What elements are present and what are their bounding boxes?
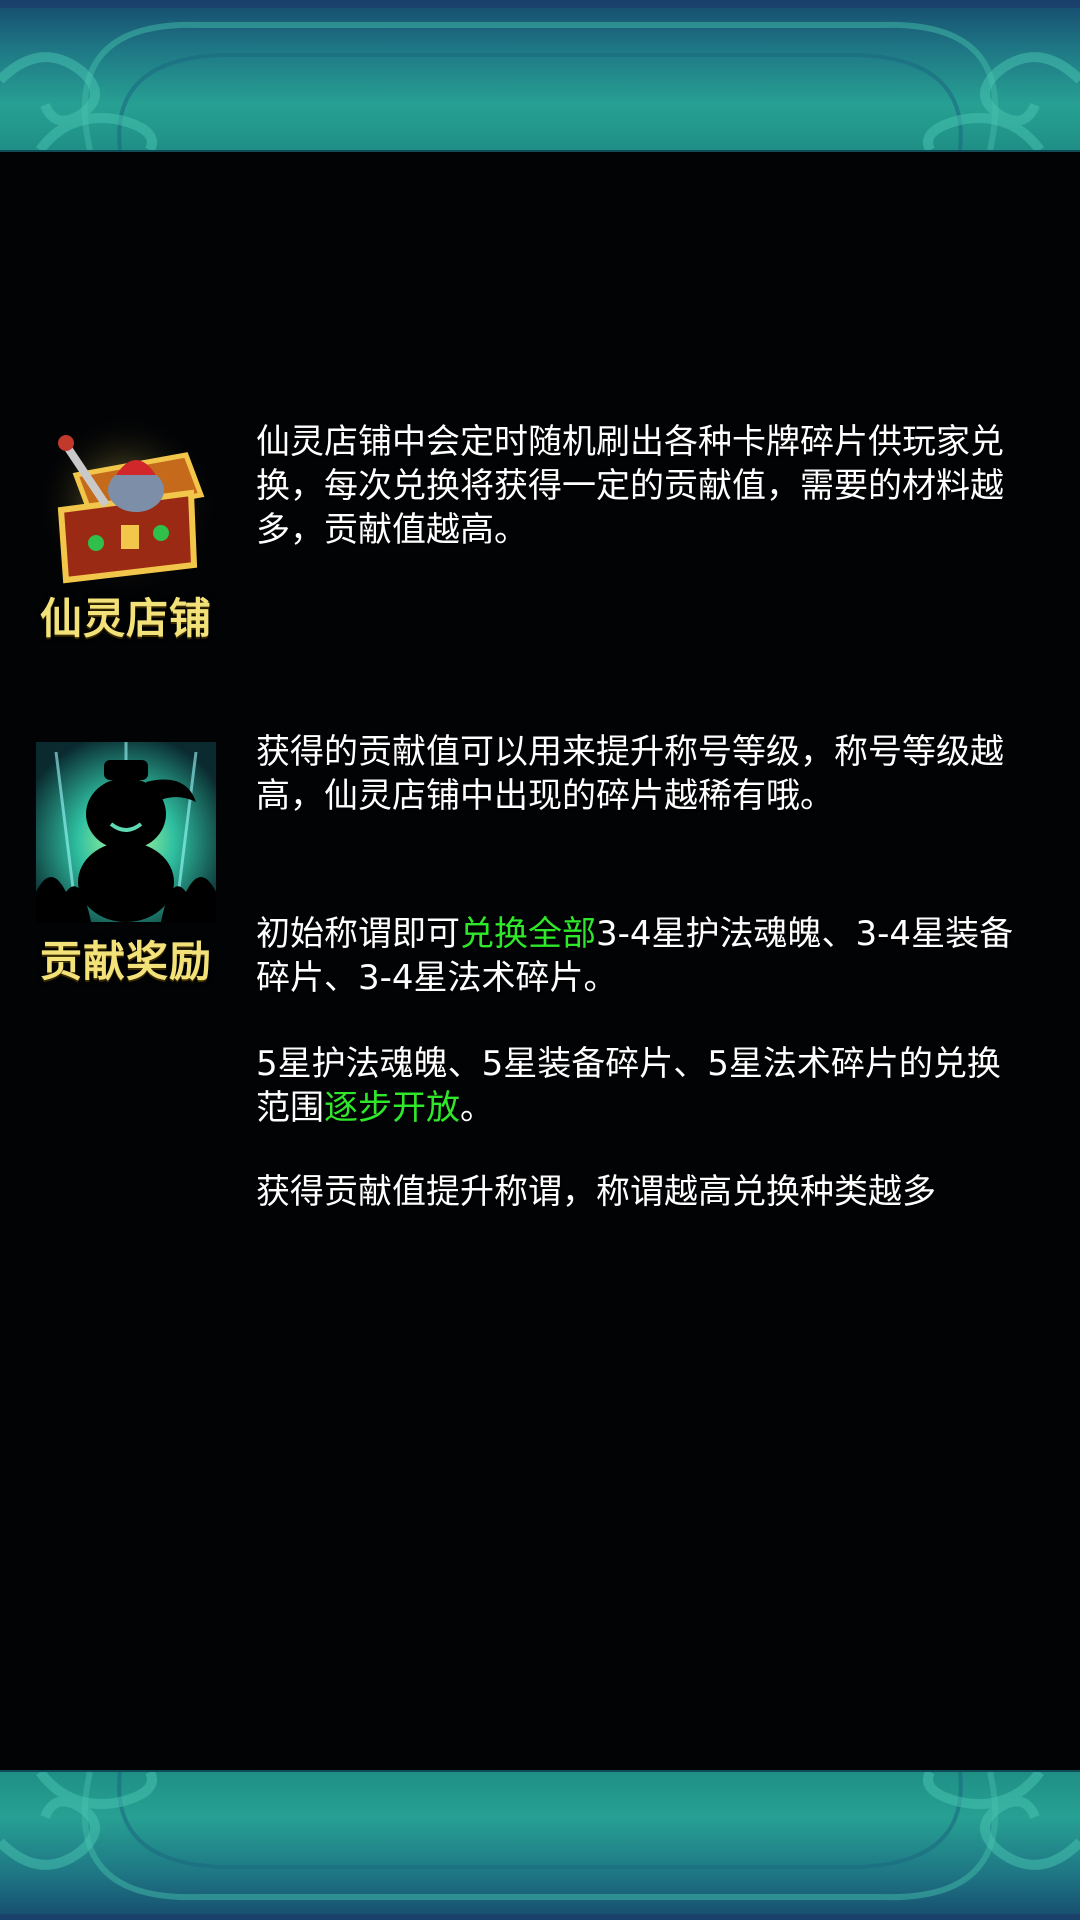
reward-description: 获得的贡献值可以用来提升称号等级，称号等级越高，仙灵店铺中出现的碎片越稀有哦。 [256, 732, 1004, 816]
top-banner [0, 0, 1080, 152]
reward-footer-text: 获得贡献值提升称谓，称谓越高兑换种类越多 [256, 1172, 936, 1212]
reward-title: 贡献奖励 [39, 937, 212, 986]
shop-title: 仙灵店铺 [39, 594, 212, 643]
five-star-suffix: 。 [460, 1088, 494, 1128]
shop-description: 仙灵店铺中会定时随机刷出各种卡牌碎片供玩家兑换，每次兑换将获得一定的贡献值，需要… [256, 422, 1004, 550]
initial-highlight: 兑换全部 [460, 914, 596, 954]
reward-initial-text: 初始称谓即可兑换全部3-4星护法魂魄、3-4星装备碎片、3-4星法术碎片。 [256, 912, 1016, 1000]
reward-five-star-text: 5星护法魂魄、5星装备碎片、5星法术碎片的兑换范围逐步开放。 [256, 1042, 1016, 1130]
reward-icon-image [36, 742, 216, 922]
initial-prefix: 初始称谓即可 [256, 914, 460, 954]
five-star-highlight: 逐步开放 [324, 1088, 460, 1128]
cloud-pattern-icon [0, 0, 1080, 150]
bottom-banner [0, 1770, 1080, 1920]
cloud-pattern-icon [0, 1772, 1080, 1920]
treasure-chest-icon [36, 415, 216, 595]
shop-icon-image [36, 415, 216, 595]
silhouette-character-icon [36, 742, 216, 922]
